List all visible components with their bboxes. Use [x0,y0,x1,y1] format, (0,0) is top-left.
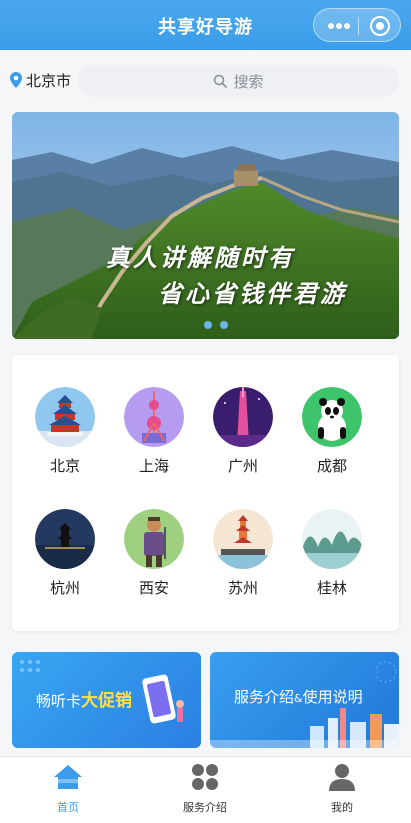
city-item-guilin[interactable]: 桂林 [292,509,372,598]
city-item-chengdu[interactable]: 成都 [292,387,372,476]
city-name: 广州 [227,457,258,475]
city-item-guangzhou[interactable]: 广州 [203,387,283,476]
banner-carousel[interactable]: 真人讲解随时有 省心省钱伴君游 [12,112,399,339]
location-selector[interactable]: 北京市 [10,68,71,92]
banner-slogan-line-1: 真人讲解随时有 [106,243,295,272]
location-pin-icon [10,72,22,88]
city-name: 苏州 [227,579,258,597]
panda-icon [302,387,362,447]
current-city: 北京市 [26,71,72,90]
oriental-pearl-tower-icon [124,387,184,447]
service-guide-promo[interactable]: 服务介绍&使用说明 [210,652,399,748]
promo-highlight: 大促销 [81,691,133,711]
promo-prefix: 畅听卡 [36,692,82,710]
city-item-shanghai[interactable]: 上海 [114,387,194,476]
banner-slogan-line-2: 省心省钱伴君游 [158,279,347,308]
city-item-hangzhou[interactable]: 杭州 [25,509,105,598]
city-grid: 北京 上海 广州 成都 杭州 西安 苏州 桂林 [12,355,399,631]
city-item-xian[interactable]: 西安 [114,509,194,598]
tab-home[interactable]: 首页 [18,763,118,815]
search-icon [214,74,228,88]
carousel-dot[interactable] [204,321,212,329]
home-icon [54,765,82,789]
close-mini-program-icon[interactable] [370,16,390,36]
suzhou-pagoda-icon [213,509,273,569]
promo-amp: & [294,692,303,705]
carousel-pager [204,321,228,329]
canton-tower-icon [213,387,273,447]
user-icon [329,764,355,791]
capsule-divider [358,17,359,35]
leifeng-pagoda-icon [35,509,95,569]
more-menu-icon[interactable] [328,23,350,29]
tab-label: 我的 [331,801,353,814]
promo-part2: 使用说明 [302,688,363,706]
app-header: 共享好导游 [0,0,411,50]
listening-card-promo[interactable]: 畅听卡大促销 [12,652,201,748]
promo-left-text: 畅听卡大促销 [36,686,132,711]
mini-program-capsule [313,8,401,42]
tab-label: 服务介绍 [183,801,227,814]
carousel-dot[interactable] [220,321,228,329]
terracotta-warrior-icon [124,509,184,569]
city-item-beijing[interactable]: 北京 [25,387,105,476]
city-name: 上海 [138,457,169,475]
bottom-tab-bar: 首页 服务介绍 我的 [0,756,411,823]
temple-of-heaven-icon [35,387,95,447]
city-name: 杭州 [49,579,80,597]
tab-service-intro[interactable]: 服务介绍 [155,763,255,815]
search-placeholder: 搜索 [233,72,264,91]
search-input[interactable]: 搜索 [78,65,399,97]
city-name: 桂林 [316,579,347,597]
guilin-mountains-icon [302,509,362,569]
grid-icon [192,764,218,790]
city-name: 成都 [316,457,347,475]
tab-label: 首页 [57,801,79,814]
city-name: 西安 [138,579,169,597]
city-name: 北京 [49,457,80,475]
city-item-suzhou[interactable]: 苏州 [203,509,283,598]
promo-part1: 服务介绍 [234,688,295,706]
tab-profile[interactable]: 我的 [292,763,392,815]
promo-right-text: 服务介绍&使用说明 [234,686,363,707]
